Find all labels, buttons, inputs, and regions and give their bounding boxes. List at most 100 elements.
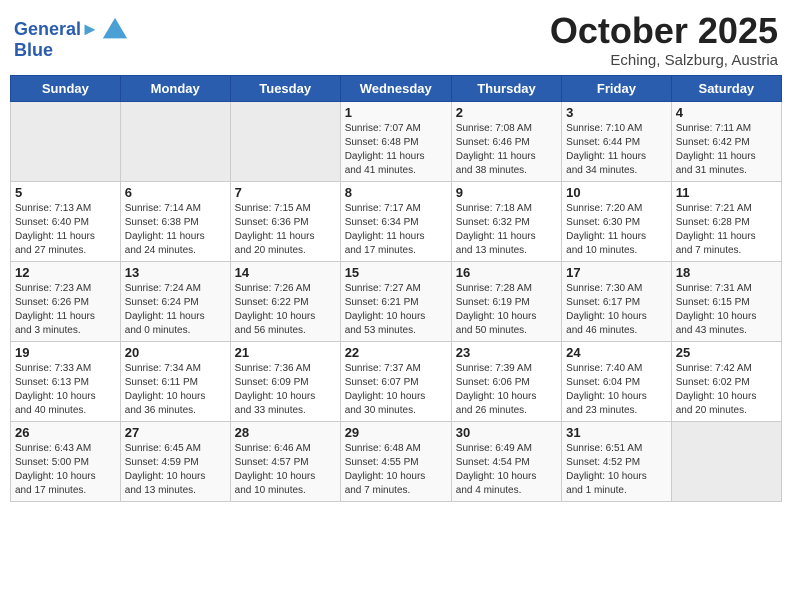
calendar-cell: 2 Sunrise: 7:08 AM Sunset: 6:46 PM Daylig… <box>451 102 561 182</box>
calendar-cell: 26 Sunrise: 6:43 AM Sunset: 5:00 PM Dayli… <box>11 422 121 502</box>
day-info: Sunrise: 7:14 AM Sunset: 6:38 PM Dayligh… <box>125 202 226 258</box>
calendar-cell: 15 Sunrise: 7:27 AM Sunset: 6:21 PM Dayli… <box>340 262 451 342</box>
day-info: Sunrise: 7:40 AM Sunset: 6:04 PM Dayligh… <box>566 362 667 418</box>
day-info: Sunrise: 7:39 AM Sunset: 6:06 PM Dayligh… <box>456 362 557 418</box>
day-number: 30 <box>456 425 557 440</box>
day-info: Sunrise: 6:51 AM Sunset: 4:52 PM Dayligh… <box>566 442 667 498</box>
day-info: Sunrise: 7:31 AM Sunset: 6:15 PM Dayligh… <box>676 282 777 338</box>
day-number: 18 <box>676 265 777 280</box>
calendar-cell: 30 Sunrise: 6:49 AM Sunset: 4:54 PM Dayli… <box>451 422 561 502</box>
day-number: 10 <box>566 185 667 200</box>
day-number: 26 <box>15 425 116 440</box>
logo: General► Blue <box>14 16 129 61</box>
title-block: October 2025 Eching, Salzburg, Austria <box>550 10 778 69</box>
day-number: 3 <box>566 105 667 120</box>
calendar-cell: 8Sunrise: 7:17 AM Sunset: 6:34 PM Daylig… <box>340 182 451 262</box>
page-header: General► Blue October 2025 Eching, Salzb… <box>10 10 782 69</box>
calendar-body: 1 Sunrise: 7:07 AM Sunset: 6:48 PM Daylig… <box>11 102 782 502</box>
calendar-cell: 17 Sunrise: 7:30 AM Sunset: 6:17 PM Dayli… <box>562 262 672 342</box>
day-info: Sunrise: 7:26 AM Sunset: 6:22 PM Dayligh… <box>235 282 336 338</box>
weekday-header-monday: Monday <box>120 76 230 102</box>
calendar-table: SundayMondayTuesdayWednesdayThursdayFrid… <box>10 75 782 502</box>
day-number: 9 <box>456 185 557 200</box>
day-info: Sunrise: 7:27 AM Sunset: 6:21 PM Dayligh… <box>345 282 447 338</box>
day-number: 8 <box>345 185 447 200</box>
calendar-cell: 13Sunrise: 7:24 AM Sunset: 6:24 PM Dayli… <box>120 262 230 342</box>
calendar-cell: 24 Sunrise: 7:40 AM Sunset: 6:04 PM Dayli… <box>562 342 672 422</box>
calendar-cell: 1 Sunrise: 7:07 AM Sunset: 6:48 PM Daylig… <box>340 102 451 182</box>
calendar-cell: 19 Sunrise: 7:33 AM Sunset: 6:13 PM Dayli… <box>11 342 121 422</box>
day-info: Sunrise: 7:30 AM Sunset: 6:17 PM Dayligh… <box>566 282 667 338</box>
calendar-cell: 14 Sunrise: 7:26 AM Sunset: 6:22 PM Dayli… <box>230 262 340 342</box>
calendar-cell: 21Sunrise: 7:36 AM Sunset: 6:09 PM Dayli… <box>230 342 340 422</box>
day-info: Sunrise: 7:18 AM Sunset: 6:32 PM Dayligh… <box>456 202 557 258</box>
day-info: Sunrise: 6:43 AM Sunset: 5:00 PM Dayligh… <box>15 442 116 498</box>
day-info: Sunrise: 7:23 AM Sunset: 6:26 PM Dayligh… <box>15 282 116 338</box>
day-info: Sunrise: 7:07 AM Sunset: 6:48 PM Dayligh… <box>345 122 447 178</box>
day-number: 11 <box>676 185 777 200</box>
day-info: Sunrise: 6:45 AM Sunset: 4:59 PM Dayligh… <box>125 442 226 498</box>
logo-icon <box>101 16 129 44</box>
logo-text: General► <box>14 20 99 40</box>
day-info: Sunrise: 7:42 AM Sunset: 6:02 PM Dayligh… <box>676 362 777 418</box>
calendar-cell: 28 Sunrise: 6:46 AM Sunset: 4:57 PM Dayli… <box>230 422 340 502</box>
calendar-cell: 10 Sunrise: 7:20 AM Sunset: 6:30 PM Dayli… <box>562 182 672 262</box>
weekday-header-wednesday: Wednesday <box>340 76 451 102</box>
calendar-cell: 16Sunrise: 7:28 AM Sunset: 6:19 PM Dayli… <box>451 262 561 342</box>
calendar-cell: 27Sunrise: 6:45 AM Sunset: 4:59 PM Dayli… <box>120 422 230 502</box>
calendar-cell: 18 Sunrise: 7:31 AM Sunset: 6:15 PM Dayli… <box>671 262 781 342</box>
day-info: Sunrise: 7:33 AM Sunset: 6:13 PM Dayligh… <box>15 362 116 418</box>
day-number: 12 <box>15 265 116 280</box>
calendar-cell: 5Sunrise: 7:13 AM Sunset: 6:40 PM Daylig… <box>11 182 121 262</box>
day-info: Sunrise: 7:15 AM Sunset: 6:36 PM Dayligh… <box>235 202 336 258</box>
calendar-cell: 29Sunrise: 6:48 AM Sunset: 4:55 PM Dayli… <box>340 422 451 502</box>
weekday-header-thursday: Thursday <box>451 76 561 102</box>
day-info: Sunrise: 7:08 AM Sunset: 6:46 PM Dayligh… <box>456 122 557 178</box>
weekday-header-tuesday: Tuesday <box>230 76 340 102</box>
day-info: Sunrise: 6:49 AM Sunset: 4:54 PM Dayligh… <box>456 442 557 498</box>
day-info: Sunrise: 7:13 AM Sunset: 6:40 PM Dayligh… <box>15 202 116 258</box>
calendar-cell <box>120 102 230 182</box>
calendar-cell: 12 Sunrise: 7:23 AM Sunset: 6:26 PM Dayli… <box>11 262 121 342</box>
day-number: 22 <box>345 345 447 360</box>
day-info: Sunrise: 7:20 AM Sunset: 6:30 PM Dayligh… <box>566 202 667 258</box>
day-number: 19 <box>15 345 116 360</box>
day-info: Sunrise: 7:21 AM Sunset: 6:28 PM Dayligh… <box>676 202 777 258</box>
calendar-cell: 20 Sunrise: 7:34 AM Sunset: 6:11 PM Dayli… <box>120 342 230 422</box>
calendar-week-1: 1 Sunrise: 7:07 AM Sunset: 6:48 PM Daylig… <box>11 102 782 182</box>
day-number: 29 <box>345 425 447 440</box>
calendar-week-5: 26 Sunrise: 6:43 AM Sunset: 5:00 PM Dayli… <box>11 422 782 502</box>
calendar-cell: 11 Sunrise: 7:21 AM Sunset: 6:28 PM Dayli… <box>671 182 781 262</box>
day-number: 6 <box>125 185 226 200</box>
day-info: Sunrise: 7:28 AM Sunset: 6:19 PM Dayligh… <box>456 282 557 338</box>
calendar-cell <box>11 102 121 182</box>
day-number: 24 <box>566 345 667 360</box>
calendar-cell: 3 Sunrise: 7:10 AM Sunset: 6:44 PM Daylig… <box>562 102 672 182</box>
day-number: 2 <box>456 105 557 120</box>
day-number: 20 <box>125 345 226 360</box>
weekday-header-saturday: Saturday <box>671 76 781 102</box>
day-number: 13 <box>125 265 226 280</box>
day-number: 1 <box>345 105 447 120</box>
calendar-week-4: 19 Sunrise: 7:33 AM Sunset: 6:13 PM Dayli… <box>11 342 782 422</box>
day-info: Sunrise: 6:46 AM Sunset: 4:57 PM Dayligh… <box>235 442 336 498</box>
day-number: 25 <box>676 345 777 360</box>
calendar-cell <box>230 102 340 182</box>
day-number: 14 <box>235 265 336 280</box>
day-number: 21 <box>235 345 336 360</box>
calendar-cell: 22Sunrise: 7:37 AM Sunset: 6:07 PM Dayli… <box>340 342 451 422</box>
day-info: Sunrise: 7:34 AM Sunset: 6:11 PM Dayligh… <box>125 362 226 418</box>
day-number: 7 <box>235 185 336 200</box>
calendar-cell: 23Sunrise: 7:39 AM Sunset: 6:06 PM Dayli… <box>451 342 561 422</box>
calendar-cell: 4Sunrise: 7:11 AM Sunset: 6:42 PM Daylig… <box>671 102 781 182</box>
day-number: 15 <box>345 265 447 280</box>
day-number: 31 <box>566 425 667 440</box>
location-subtitle: Eching, Salzburg, Austria <box>550 52 778 69</box>
day-info: Sunrise: 7:10 AM Sunset: 6:44 PM Dayligh… <box>566 122 667 178</box>
day-number: 4 <box>676 105 777 120</box>
day-number: 17 <box>566 265 667 280</box>
day-number: 28 <box>235 425 336 440</box>
calendar-week-2: 5Sunrise: 7:13 AM Sunset: 6:40 PM Daylig… <box>11 182 782 262</box>
calendar-cell: 31 Sunrise: 6:51 AM Sunset: 4:52 PM Dayli… <box>562 422 672 502</box>
calendar-cell <box>671 422 781 502</box>
